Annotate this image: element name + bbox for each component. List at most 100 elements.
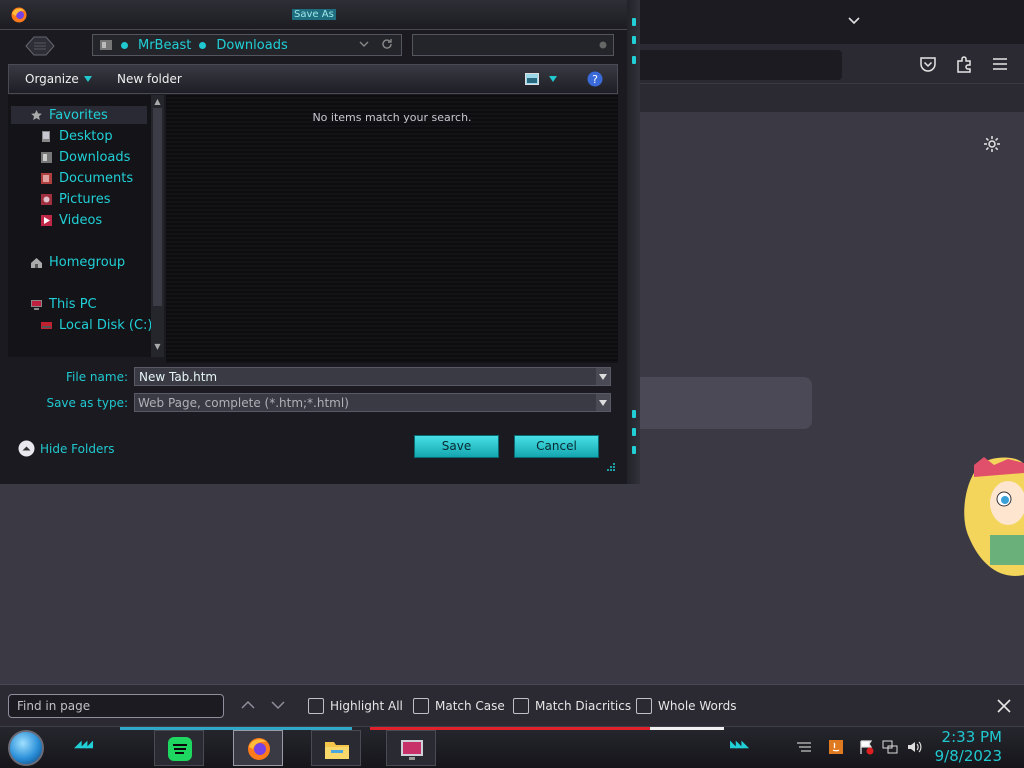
clock-date[interactable]: 9/8/2023 xyxy=(935,747,1002,765)
save-type-select[interactable]: Web Page, complete (*.htm;*.html) xyxy=(134,393,611,412)
scroll-up-icon[interactable]: ▲ xyxy=(152,97,163,108)
chevron-decor-icon: ◢◢◢ xyxy=(74,739,93,750)
videos-icon xyxy=(41,214,52,226)
navigation-row: MrBeast Downloads xyxy=(0,30,628,64)
file-explorer-taskbar-button[interactable] xyxy=(311,730,361,766)
url-bar[interactable] xyxy=(632,50,842,80)
scrollbar-thumb[interactable] xyxy=(153,108,162,306)
app-taskbar-button[interactable] xyxy=(386,730,436,766)
scroll-down-icon[interactable]: ▼ xyxy=(152,342,163,353)
match-diacritics-checkbox[interactable]: Match Diacritics xyxy=(513,696,631,716)
hide-folders-label: Hide Folders xyxy=(40,441,115,456)
match-case-label: Match Case xyxy=(435,699,505,713)
svg-text:?: ? xyxy=(592,73,598,86)
match-case-checkbox[interactable]: Match Case xyxy=(413,696,505,716)
save-button[interactable]: Save xyxy=(414,435,499,458)
nav-item-videos[interactable]: Videos xyxy=(40,211,102,229)
documents-icon xyxy=(41,172,52,184)
whole-words-checkbox[interactable]: Whole Words xyxy=(636,696,736,716)
chevron-up-circle-icon xyxy=(18,440,35,457)
match-diacritics-label: Match Diacritics xyxy=(535,699,632,713)
frame-decor xyxy=(632,36,636,44)
star-icon xyxy=(31,109,42,120)
close-icon[interactable] xyxy=(996,698,1012,714)
breadcrumb-item[interactable]: Downloads xyxy=(216,38,287,53)
nav-item-desktop[interactable]: Desktop xyxy=(40,127,113,145)
cancel-button[interactable]: Cancel xyxy=(514,435,599,458)
find-in-page-input[interactable] xyxy=(8,694,224,718)
nav-item-local-disk[interactable]: Local Disk (C:) xyxy=(40,316,152,334)
breadcrumb-item[interactable]: MrBeast xyxy=(138,38,191,53)
search-icon[interactable] xyxy=(598,40,608,50)
back-forward-icon[interactable] xyxy=(22,34,58,58)
taskbar-accent-strip xyxy=(650,727,724,730)
change-view-icon[interactable] xyxy=(525,73,539,85)
folder-icon xyxy=(325,742,349,759)
file-name-dropdown[interactable] xyxy=(596,368,610,385)
nav-item-label: Desktop xyxy=(59,128,113,144)
nav-item-homegroup[interactable]: Homegroup xyxy=(30,253,125,271)
checkbox-box[interactable] xyxy=(308,698,324,714)
highlight-all-checkbox[interactable]: Highlight All xyxy=(308,696,403,716)
address-bar[interactable]: MrBeast Downloads xyxy=(92,34,402,56)
firefox-taskbar-button[interactable] xyxy=(233,730,283,766)
firefox-icon xyxy=(248,738,270,760)
nav-item-label: Favorites xyxy=(49,107,108,123)
find-next-icon[interactable] xyxy=(270,697,286,713)
frame-decor xyxy=(632,56,636,64)
file-list[interactable]: No items match your search. xyxy=(166,95,618,363)
new-tab-search-box[interactable] xyxy=(632,377,812,429)
new-folder-button[interactable]: New folder xyxy=(117,72,182,86)
find-previous-icon[interactable] xyxy=(240,697,256,713)
clock-time[interactable]: 2:33 PM xyxy=(942,728,1002,746)
checkbox-box[interactable] xyxy=(636,698,652,714)
breadcrumb-separator[interactable] xyxy=(121,41,128,49)
spotify-taskbar-button[interactable] xyxy=(154,730,204,766)
dialog-title-bar[interactable]: Save As xyxy=(0,0,640,30)
chevron-down-icon xyxy=(599,400,607,406)
action-center-flag-icon[interactable] xyxy=(858,739,874,755)
search-input[interactable] xyxy=(412,34,614,56)
menu-icon[interactable] xyxy=(990,54,1010,74)
checkbox-box[interactable] xyxy=(513,698,529,714)
nav-item-pictures[interactable]: Pictures xyxy=(40,190,110,208)
nav-item-label: Homegroup xyxy=(49,254,126,270)
star-butterfly-sticker xyxy=(964,457,1024,576)
pocket-icon[interactable] xyxy=(918,54,938,74)
help-icon[interactable]: ? xyxy=(587,71,603,87)
nav-item-label: Documents xyxy=(59,170,134,186)
nav-item-favorites[interactable]: Favorites xyxy=(30,106,108,124)
show-hidden-icons-icon[interactable] xyxy=(796,739,812,755)
file-name-label: File name: xyxy=(66,370,128,384)
gear-icon[interactable] xyxy=(982,134,1002,154)
network-icon[interactable] xyxy=(882,739,898,755)
frame-decor xyxy=(632,410,636,418)
save-type-dropdown[interactable] xyxy=(596,394,610,411)
empty-state-message: No items match your search. xyxy=(312,111,472,124)
breadcrumb-separator[interactable] xyxy=(199,41,207,49)
chevron-down-icon xyxy=(83,76,92,82)
organize-button[interactable]: Organize xyxy=(25,72,92,86)
java-update-icon[interactable] xyxy=(828,739,844,755)
spotify-icon xyxy=(168,737,192,761)
computer-icon xyxy=(31,299,42,310)
file-name-input[interactable] xyxy=(134,367,611,386)
drive-icon xyxy=(41,321,52,329)
nav-item-label: Videos xyxy=(59,212,103,228)
volume-icon[interactable] xyxy=(906,739,922,755)
resize-grip-icon[interactable] xyxy=(606,462,616,472)
list-all-tabs-icon[interactable] xyxy=(846,12,862,28)
folder-icon xyxy=(100,40,112,50)
find-bar: Highlight All Match Case Match Diacritic… xyxy=(0,684,1024,726)
hide-folders-button[interactable]: Hide Folders xyxy=(18,440,115,457)
start-button[interactable] xyxy=(8,730,44,766)
refresh-icon[interactable] xyxy=(381,38,393,50)
nav-item-downloads[interactable]: Downloads xyxy=(40,148,130,166)
nav-item-this-pc[interactable]: This PC xyxy=(30,295,97,313)
chevron-down-icon[interactable] xyxy=(549,76,557,82)
extensions-icon[interactable] xyxy=(954,54,974,74)
chevron-down-icon[interactable] xyxy=(359,39,369,49)
nav-item-documents[interactable]: Documents xyxy=(40,169,133,187)
checkbox-box[interactable] xyxy=(413,698,429,714)
save-type-label: Save as type: xyxy=(46,396,128,410)
